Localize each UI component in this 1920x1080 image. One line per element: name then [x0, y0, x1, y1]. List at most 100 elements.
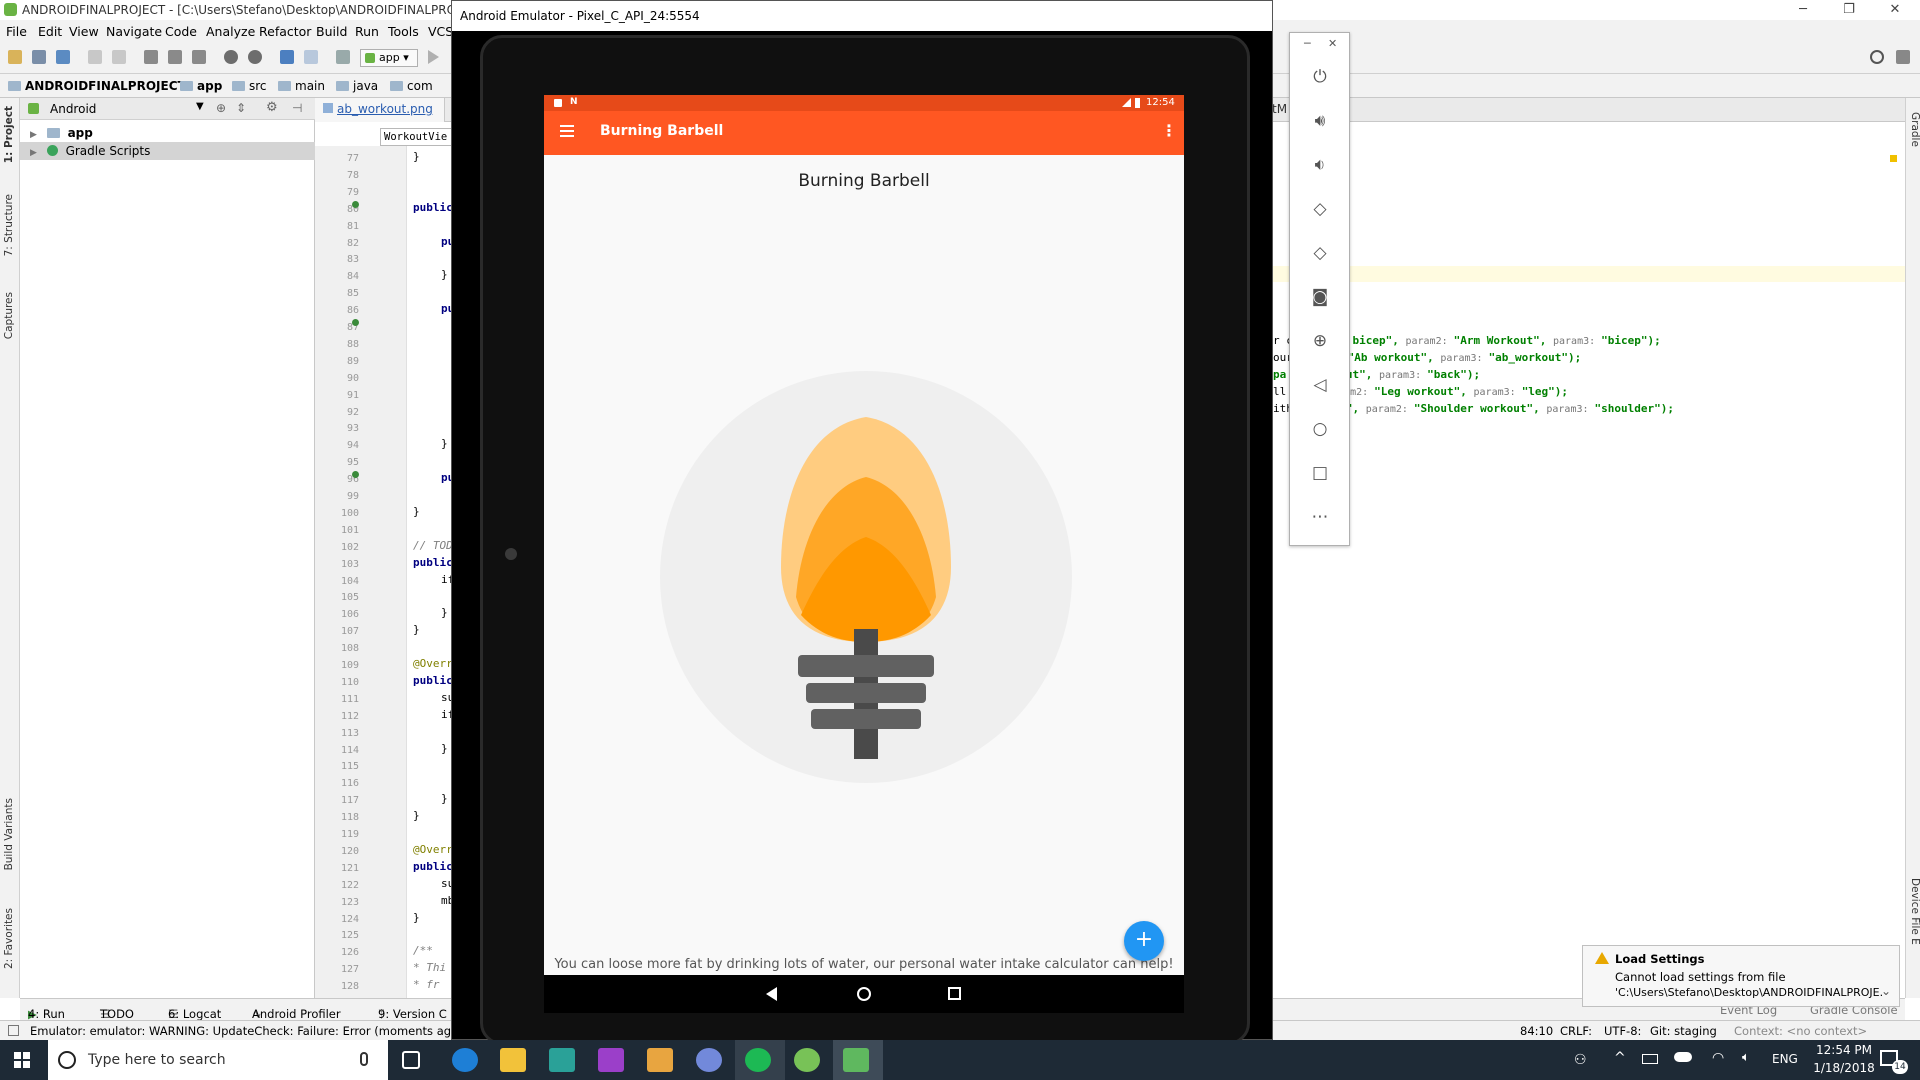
load-settings-notification[interactable]: Load Settings Cannot load settings from … — [1582, 945, 1900, 1007]
project-view-select[interactable]: Android — [50, 102, 96, 116]
font-app-icon[interactable] — [549, 1048, 575, 1072]
chevron-up-icon[interactable]: ^ — [1614, 1050, 1626, 1066]
task-view-icon[interactable] — [402, 1051, 420, 1069]
code-line[interactable]: } — [441, 742, 448, 755]
expand-arrow-icon[interactable]: ▶ — [30, 130, 37, 140]
phpstorm-icon[interactable] — [598, 1048, 624, 1072]
run-icon[interactable] — [428, 50, 439, 64]
save-icon[interactable] — [32, 50, 46, 64]
menu-build[interactable]: Build — [316, 24, 347, 39]
chevron-down-icon[interactable]: ⌄ — [1881, 984, 1891, 998]
back-icon[interactable]: ◁ — [1306, 371, 1334, 399]
overview-icon[interactable]: □ — [1306, 459, 1334, 487]
hamburger-menu-icon[interactable] — [560, 125, 574, 137]
device-screen[interactable]: N 12:54 Burning Barbell ⋮ Burning Barbel… — [544, 95, 1184, 1013]
breadcrumb-java[interactable]: java — [336, 79, 378, 93]
breadcrumb-src[interactable]: src — [232, 79, 267, 93]
menu-view[interactable]: View — [69, 24, 99, 39]
tool-favorites[interactable]: 2: Favorites — [3, 908, 15, 969]
people-icon[interactable]: ⚇ — [1574, 1052, 1587, 1068]
emulator-icon[interactable] — [843, 1048, 869, 1072]
android-studio-icon[interactable] — [794, 1048, 820, 1072]
menu-vcs[interactable]: VCS — [428, 24, 453, 39]
run-config-select[interactable]: app ▾ — [360, 49, 418, 67]
menu-refactor[interactable]: Refactor — [259, 24, 311, 39]
menu-edit[interactable]: Edit — [38, 24, 62, 39]
volume-up-icon[interactable]: 🔊︎ — [1306, 107, 1334, 135]
close-icon[interactable]: ✕ — [1872, 0, 1918, 20]
wifi-icon[interactable]: ◠ — [1712, 1050, 1724, 1066]
tool-device-file-explorer[interactable]: Device File E — [1909, 878, 1920, 945]
hide-panel-icon[interactable]: ⊣ — [292, 101, 302, 115]
gear-icon[interactable]: ⚙ — [266, 100, 278, 115]
tool-project[interactable]: 1: Project — [3, 106, 15, 163]
code-line[interactable]: public — [413, 201, 453, 214]
sync-icon[interactable] — [56, 50, 70, 64]
battery-tray-icon[interactable] — [1642, 1054, 1658, 1064]
open-folder-icon[interactable] — [8, 50, 22, 64]
caret-position[interactable]: 84:10 — [1520, 1024, 1553, 1038]
nav-back-icon[interactable] — [766, 987, 777, 1001]
rotate-left-icon[interactable]: ◇ — [1306, 195, 1334, 223]
override-marker-icon[interactable] — [352, 319, 359, 326]
code-line[interactable]: } — [441, 792, 448, 805]
clock-date[interactable]: 1/18/2018 — [1808, 1061, 1880, 1075]
copy-icon[interactable] — [168, 50, 182, 64]
breadcrumb-main[interactable]: main — [278, 79, 325, 93]
onedrive-icon[interactable] — [1674, 1052, 1692, 1062]
tool-structure[interactable]: 7: Structure — [3, 194, 15, 256]
breadcrumb-com[interactable]: com — [390, 79, 433, 93]
code-line[interactable]: } — [441, 437, 448, 450]
file-explorer-icon[interactable] — [500, 1048, 526, 1072]
code-line[interactable]: * fr — [413, 978, 440, 991]
code-line[interactable]: public — [413, 674, 453, 687]
clock-time[interactable]: 12:54 PM — [1808, 1043, 1880, 1057]
redo-icon[interactable] — [112, 50, 126, 64]
menu-navigate[interactable]: Navigate — [106, 24, 162, 39]
nav-overview-icon[interactable] — [948, 987, 961, 1000]
menu-analyze[interactable]: Analyze — [206, 24, 255, 39]
language-indicator[interactable]: ENG — [1772, 1052, 1798, 1066]
edge-icon[interactable] — [452, 1048, 478, 1072]
microphone-icon[interactable] — [360, 1052, 368, 1066]
volume-down-icon[interactable]: 🔉︎ — [1306, 151, 1334, 179]
discord-icon[interactable] — [696, 1048, 722, 1072]
overflow-menu-icon[interactable]: ⋮ — [1161, 123, 1177, 139]
more-icon[interactable]: ⋯ — [1306, 503, 1334, 531]
app-icon[interactable] — [647, 1048, 673, 1072]
back-nav-icon[interactable] — [280, 50, 294, 64]
code-line[interactable]: @Overr — [413, 657, 453, 670]
maximize-icon[interactable]: ❐ — [1826, 0, 1872, 20]
menu-tools[interactable]: Tools — [388, 24, 419, 39]
replace-icon[interactable] — [248, 50, 262, 64]
menu-file[interactable]: File — [6, 24, 27, 39]
sync-scroll-icon[interactable]: ⊕ — [216, 101, 226, 115]
undo-icon[interactable] — [88, 50, 102, 64]
code-line[interactable]: } — [413, 911, 420, 924]
breadcrumb-app[interactable]: app — [180, 79, 222, 93]
volume-icon[interactable]: 🔈︎ — [1742, 1050, 1750, 1065]
menu-run[interactable]: Run — [355, 24, 379, 39]
paste-icon[interactable] — [192, 50, 206, 64]
zoom-icon[interactable]: ⊕ — [1306, 327, 1334, 355]
find-icon[interactable] — [224, 50, 238, 64]
expand-arrow-icon[interactable]: ▶ — [30, 148, 37, 158]
minimize-icon[interactable]: ─ — [1780, 0, 1826, 20]
forward-nav-icon[interactable] — [304, 50, 318, 64]
cut-icon[interactable] — [144, 50, 158, 64]
code-line[interactable]: @Overr — [413, 843, 453, 856]
tree-item-gradle[interactable]: ▶ Gradle Scripts — [20, 142, 315, 160]
tab-ab-workout[interactable]: ab_workout.png — [315, 98, 445, 122]
power-icon[interactable]: ⏻ — [1306, 63, 1334, 91]
minimize-icon[interactable]: ─ — [1304, 37, 1311, 50]
menu-code[interactable]: Code — [165, 24, 197, 39]
code-line[interactable]: // TOD — [413, 539, 453, 552]
code-line[interactable]: } — [441, 606, 448, 619]
add-fab-button[interactable]: + — [1124, 921, 1164, 961]
code-line[interactable]: * Thi — [413, 961, 446, 974]
search-input[interactable]: Type here to search — [88, 1052, 226, 1068]
line-separator[interactable]: CRLF: — [1560, 1024, 1592, 1038]
chevron-down-icon[interactable]: ▼ — [196, 101, 204, 112]
code-line[interactable]: } — [441, 268, 448, 281]
make-icon[interactable] — [336, 50, 350, 64]
